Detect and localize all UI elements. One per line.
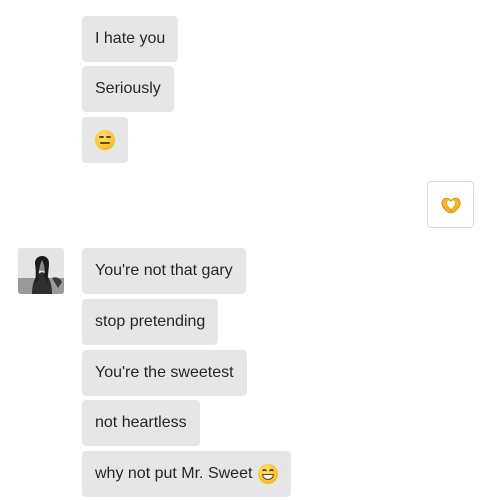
message-bubble[interactable]: not heartless bbox=[82, 400, 200, 446]
message-bubble[interactable] bbox=[82, 117, 128, 163]
message-text: not heartless bbox=[95, 414, 187, 431]
message-bubble[interactable]: why not put Mr. Sweet bbox=[82, 451, 292, 497]
message-bubble[interactable]: Seriously bbox=[82, 66, 174, 112]
message-bubble[interactable]: stop pretending bbox=[82, 299, 219, 345]
heart-hands-icon bbox=[440, 197, 461, 214]
message-bubble[interactable]: You're not that gary bbox=[82, 248, 246, 294]
contact-avatar-photo bbox=[18, 248, 64, 294]
message-text: I hate you bbox=[95, 30, 166, 47]
message-text: why not put Mr. Sweet bbox=[95, 465, 253, 482]
expressionless-face-icon bbox=[95, 130, 115, 150]
message-text: You're not that gary bbox=[95, 262, 233, 279]
message-bubble[interactable]: You're the sweetest bbox=[82, 350, 247, 396]
message-text: stop pretending bbox=[95, 313, 206, 330]
grinning-face-icon bbox=[258, 464, 279, 484]
message-text: Seriously bbox=[95, 80, 161, 97]
sent-message-bubble[interactable] bbox=[427, 181, 474, 228]
message-text: You're the sweetest bbox=[95, 364, 234, 381]
message-bubble[interactable]: I hate you bbox=[82, 16, 179, 62]
avatar[interactable] bbox=[18, 248, 64, 294]
